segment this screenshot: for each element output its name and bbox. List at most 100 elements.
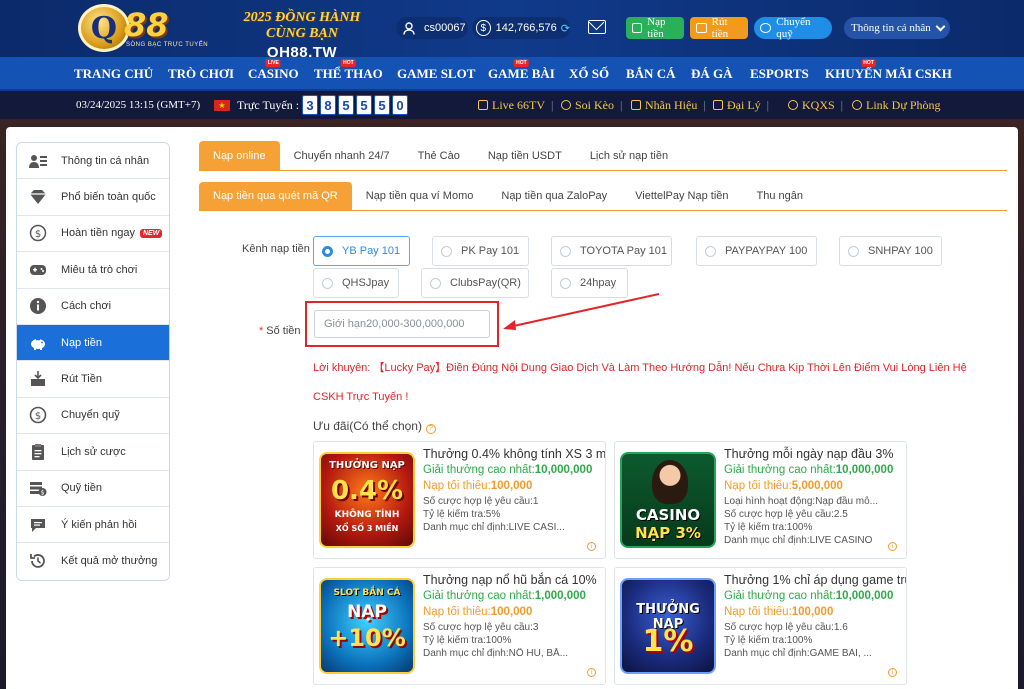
sidebar-item-funds[interactable]: $ Quỹ tiền xyxy=(17,470,169,507)
channel-option-qhsjpay[interactable]: QHSJpay xyxy=(313,268,399,298)
sidebar-item-how-to-play[interactable]: Cách chơi xyxy=(17,288,169,325)
tab-deposit-history[interactable]: Lịch sử nạp tiền xyxy=(576,141,682,170)
withdraw-button-label: Rút tiền xyxy=(711,16,729,40)
promo-card[interactable]: THƯỞNG NẠP 1% Thưởng 1% chỉ áp dụng game… xyxy=(614,567,907,685)
link-brand[interactable]: Nhãn Hiệu | xyxy=(631,98,706,113)
amount-label: * Số tiền xyxy=(259,325,301,337)
piggy-bank-icon xyxy=(28,333,48,353)
transfer-button[interactable]: Chuyển quỹ xyxy=(754,16,832,40)
help-icon[interactable]: ? xyxy=(425,424,436,434)
channel-option-snhpay[interactable]: SNHPAY 100 xyxy=(839,236,942,266)
sidebar-item-withdraw[interactable]: Rút Tiền xyxy=(17,361,169,398)
history-icon xyxy=(28,551,48,571)
nav-item-promotions[interactable]: KHUYẾN MÃI HOT xyxy=(825,59,912,82)
nav-item-esports[interactable]: ESPORTS xyxy=(750,66,809,82)
deposit-button-label: Nạp tiền xyxy=(647,16,666,40)
deposit-button[interactable]: Nạp tiền xyxy=(626,16,684,40)
refresh-icon[interactable]: ⟳ xyxy=(561,22,570,35)
nav-item-support[interactable]: CSKH xyxy=(915,66,952,82)
profile-menu-button[interactable]: Thông tin cá nhân xyxy=(844,17,950,39)
link-lottery-results[interactable]: KQXS | xyxy=(788,98,843,113)
nav-label: TRÒ CHƠI xyxy=(168,66,235,81)
globe-icon xyxy=(852,100,862,110)
withdraw-button[interactable]: Rút tiền xyxy=(690,16,748,40)
link-label: Soi Kèo xyxy=(575,98,614,112)
channel-option-yb-pay[interactable]: YB Pay 101 xyxy=(313,236,410,266)
nav-item-slot[interactable]: GAME SLOT xyxy=(397,66,475,82)
cash-icon xyxy=(696,23,707,33)
link-live-tv[interactable]: Live 66TV | xyxy=(478,98,553,113)
site-logo[interactable]: Q 88 SÒNG BẠC TRỰC TUYẾN xyxy=(78,4,218,54)
tab-qr-deposit[interactable]: Nạp tiền qua quét mã QR xyxy=(199,182,352,210)
promo-image-text: CASINO xyxy=(635,506,701,524)
nav-item-cockfight[interactable]: ĐÁ GÀ xyxy=(691,66,733,82)
mail-icon[interactable] xyxy=(588,20,606,34)
nav-label: TRANG CHỦ xyxy=(74,66,154,81)
info-icon[interactable]: i xyxy=(888,542,897,551)
promo-image-text: SLOT BẮN CÁ xyxy=(333,588,401,598)
promo-min-value: 100,000 xyxy=(490,480,533,492)
top-header: Q 88 SÒNG BẠC TRỰC TUYẾN 2025 ĐỒNG HÀNH … xyxy=(0,0,1024,61)
promo-image-text: THƯỞNG NẠP xyxy=(329,460,405,471)
nav-label: THỂ THAO xyxy=(314,66,383,81)
sidebar-item-label: Hoàn tiền ngay xyxy=(61,227,135,240)
username-pill[interactable]: cs00067 xyxy=(396,17,468,39)
sidebar-item-popular[interactable]: Phổ biến toàn quốc xyxy=(17,179,169,216)
nav-item-casino[interactable]: CASINO LIVE xyxy=(248,59,299,82)
nav-label: BẮN CÁ xyxy=(626,66,676,81)
sidebar-item-label: Kết quả mở thưởng xyxy=(61,555,158,568)
promo-card[interactable]: CASINO NẠP 3% Thưởng mỗi ngày nạp đầu 3%… xyxy=(614,441,907,559)
sidebar-item-cashback[interactable]: $ Hoàn tiền ngay NEW xyxy=(17,215,169,253)
nav-label: XỔ SỐ xyxy=(569,66,610,81)
tab-fast-transfer[interactable]: Chuyển nhanh 24/7 xyxy=(280,141,404,170)
tab-cashier[interactable]: Thu ngân xyxy=(743,182,817,210)
nav-item-cards[interactable]: GAME BÀI HOT xyxy=(488,59,555,82)
account-panel: Thông tin cá nhân Phổ biến toàn quốc $ H… xyxy=(6,127,1018,689)
promo-detail: Danh mục chỉ định:LIVE CASI... xyxy=(423,522,565,533)
sidebar-item-label: Ý kiến phản hồi xyxy=(61,518,137,531)
channel-option-paypaypay[interactable]: PAYPAYPAY 100 xyxy=(696,236,817,266)
link-odds[interactable]: Soi Kèo | xyxy=(561,98,622,113)
info-icon[interactable]: i xyxy=(888,668,897,677)
tab-scratch-card[interactable]: Thẻ Cào xyxy=(404,141,474,170)
sidebar-item-deposit[interactable]: Nạp tiền xyxy=(17,324,169,362)
channel-option-toyota-pay[interactable]: TOYOTA Pay 101 xyxy=(551,236,672,266)
tab-online-deposit[interactable]: Nạp online xyxy=(199,141,280,170)
logo-number: 88 xyxy=(124,6,169,44)
nav-item-sports[interactable]: THỂ THAO HOT xyxy=(314,59,383,82)
promo-min-label: Nạp tối thiểu: xyxy=(724,606,792,618)
profile-menu-label: Thông tin cá nhân xyxy=(851,22,931,34)
sidebar-item-game-description[interactable]: Miêu tả trò chơi xyxy=(17,252,169,289)
channel-option-label: PK Pay 101 xyxy=(461,245,520,257)
info-icon[interactable]: i xyxy=(587,668,596,677)
nav-item-lottery[interactable]: XỔ SỐ xyxy=(569,66,609,82)
user-card-icon xyxy=(28,151,48,171)
tab-momo[interactable]: Nạp tiền qua ví Momo xyxy=(352,182,488,210)
sidebar-item-label: Thông tin cá nhân xyxy=(61,154,150,167)
promo-card[interactable]: THƯỞNG NẠP 0.4% KHÔNG TÍNH XỔ SỐ 3 MIỀN … xyxy=(313,441,606,559)
sidebar-item-results[interactable]: Kết quả mở thưởng xyxy=(17,543,169,580)
promo-detail: Số cược hợp lệ yêu cầu:1.6 xyxy=(724,622,848,633)
promo-min-label: Nạp tối thiểu: xyxy=(423,606,491,618)
tab-viettelpay[interactable]: ViettelPay Nạp tiền xyxy=(621,182,742,210)
nav-item-fishing[interactable]: BẮN CÁ xyxy=(626,66,675,82)
tab-usdt[interactable]: Nạp tiền USDT xyxy=(474,141,576,170)
channel-option-pk-pay[interactable]: PK Pay 101 xyxy=(432,236,529,266)
nav-item-home[interactable]: TRANG CHỦ xyxy=(74,66,153,82)
sidebar-item-profile[interactable]: Thông tin cá nhân xyxy=(17,143,169,180)
tab-zalopay[interactable]: Nạp tiền qua ZaloPay xyxy=(487,182,621,210)
online-counter: 3 8 5 5 5 0 xyxy=(302,95,408,115)
tv-icon xyxy=(478,100,488,110)
info-icon[interactable]: i xyxy=(587,542,596,551)
transfer-icon xyxy=(760,23,772,33)
sidebar-item-transfer[interactable]: $ Chuyển quỹ xyxy=(17,397,169,435)
sidebar-item-bet-history[interactable]: Lịch sử cược xyxy=(17,434,169,471)
channel-option-label: SNHPAY 100 xyxy=(868,245,933,257)
amount-input[interactable] xyxy=(314,310,490,338)
promo-card[interactable]: SLOT BẮN CÁ NẠP +10% Thưởng nạp nổ hũ bắ… xyxy=(313,567,606,685)
sidebar-item-feedback[interactable]: Ý kiến phản hồi xyxy=(17,506,169,544)
counter-digit: 8 xyxy=(320,95,336,115)
nav-item-games[interactable]: TRÒ CHƠI xyxy=(168,66,234,82)
link-backup[interactable]: Link Dự Phòng xyxy=(852,98,941,113)
link-agent[interactable]: Đại Lý | xyxy=(713,98,769,113)
